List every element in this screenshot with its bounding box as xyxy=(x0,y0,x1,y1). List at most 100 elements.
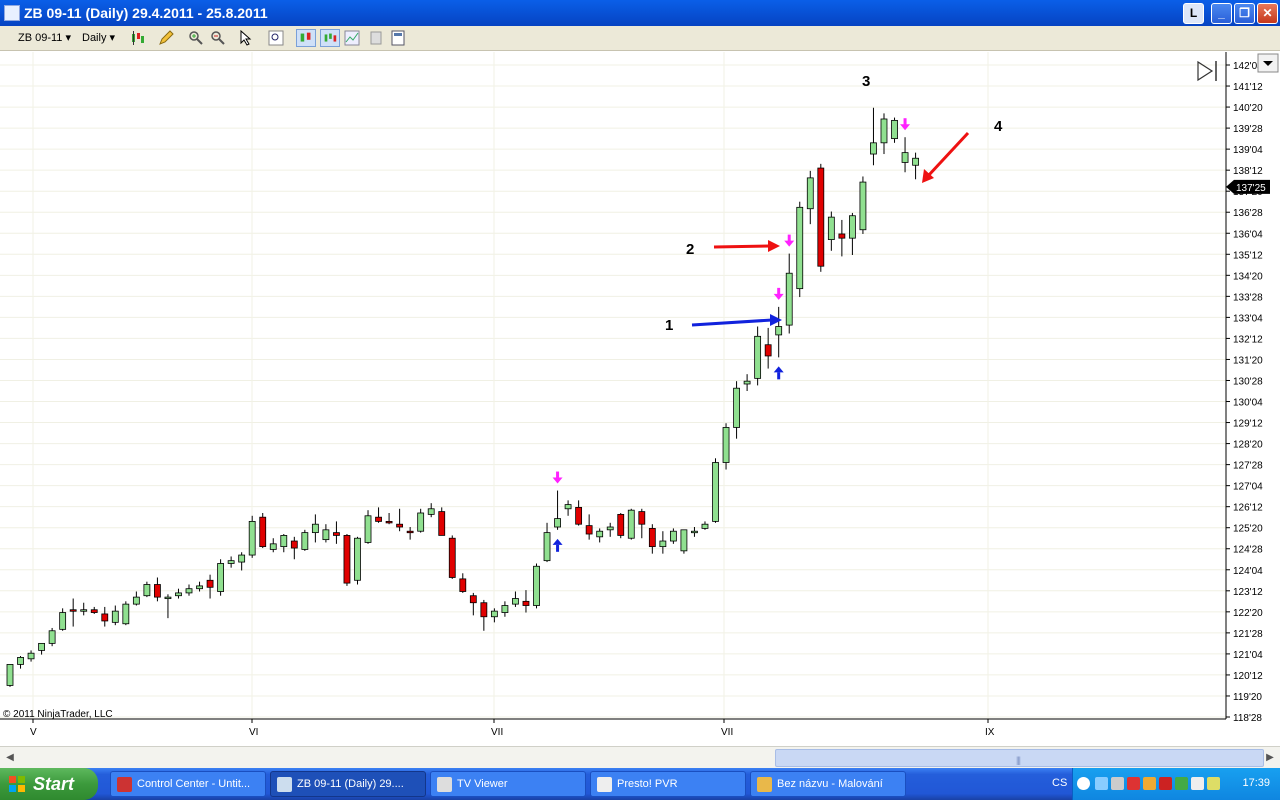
candle-body xyxy=(754,335,762,379)
y-tick-label: 134'20 xyxy=(1233,271,1263,282)
candle-body xyxy=(870,142,877,155)
print-icon[interactable] xyxy=(368,30,384,46)
candle-body xyxy=(48,630,56,644)
candle-body xyxy=(669,530,677,542)
minimize-button[interactable]: _ xyxy=(1211,3,1232,24)
pointer-icon[interactable] xyxy=(238,30,254,46)
candlestick-style-icon[interactable] xyxy=(130,30,146,46)
candle-body xyxy=(69,609,77,612)
candle-body xyxy=(333,532,340,536)
candle-body xyxy=(322,529,330,541)
candle-body xyxy=(301,532,309,550)
candle-body xyxy=(859,181,867,231)
pencil-icon[interactable] xyxy=(158,30,174,46)
zoom-out-icon[interactable] xyxy=(210,30,226,46)
link-button[interactable]: L xyxy=(1183,3,1204,24)
y-tick-label: 135'12 xyxy=(1233,250,1263,261)
chart-canvas: 142'04141'12140'20139'28139'04138'12137'… xyxy=(0,52,1280,746)
ovi-icon[interactable] xyxy=(1175,777,1188,790)
candle-body xyxy=(185,588,193,594)
close-button[interactable]: ✕ xyxy=(1257,3,1278,24)
window-title: ZB 09-11 (Daily) 29.4.2011 - 25.8.2011 xyxy=(24,5,268,21)
zoom-in-icon[interactable] xyxy=(188,30,204,46)
taskbar: Start Control Center - Untit... ZB 09-11… xyxy=(0,768,1280,800)
candle-body xyxy=(343,535,351,584)
x-tick-label: VII xyxy=(721,727,733,738)
signal-down-marker xyxy=(777,287,781,295)
task-paint[interactable]: Bez názvu - Malování xyxy=(750,771,906,797)
chart-menu-button[interactable] xyxy=(1257,53,1279,73)
chevron-down-icon: ▾ xyxy=(65,32,72,44)
window-titlebar: ZB 09-11 (Daily) 29.4.2011 - 25.8.2011 L… xyxy=(0,0,1280,26)
x-tick-label: IX xyxy=(985,727,995,738)
network-icon[interactable] xyxy=(1095,777,1108,790)
candle-body xyxy=(217,563,225,592)
chevron-down-icon: ▾ xyxy=(109,32,116,44)
y-tick-label: 133'28 xyxy=(1233,292,1263,303)
indicators-icon[interactable] xyxy=(320,29,340,47)
task-tv-viewer[interactable]: TV Viewer xyxy=(430,771,586,797)
data-box-icon[interactable] xyxy=(296,29,316,47)
candle-body xyxy=(533,565,540,606)
candle-body xyxy=(596,530,604,538)
y-tick-label: 129'12 xyxy=(1233,419,1263,430)
security-icon[interactable] xyxy=(1143,777,1156,790)
candle-body xyxy=(111,610,119,623)
y-tick-label: 124'28 xyxy=(1233,545,1263,556)
task-zb-chart[interactable]: ZB 09-11 (Daily) 29.... xyxy=(270,771,426,797)
y-tick-label: 118'28 xyxy=(1233,713,1262,724)
start-button[interactable]: Start xyxy=(0,768,98,800)
candle-body xyxy=(417,512,425,532)
horizontal-scrollbar[interactable]: ◀ ||| ▶ xyxy=(0,746,1280,768)
x-tick-label: VI xyxy=(249,727,258,738)
candle-body xyxy=(396,523,404,528)
y-tick-label: 140'20 xyxy=(1233,103,1263,114)
period-selector[interactable]: Daily ▾ xyxy=(82,30,115,47)
y-tick-label: 130'28 xyxy=(1233,376,1263,387)
clock[interactable]: 17:39 xyxy=(1242,777,1270,789)
candle-body xyxy=(154,584,161,598)
y-tick-label: 127'04 xyxy=(1233,482,1263,493)
candle-body xyxy=(490,610,498,618)
system-tray: 17:39 xyxy=(1072,768,1280,800)
strategy-icon[interactable] xyxy=(344,30,360,46)
y-tick-label: 131'20 xyxy=(1233,355,1263,366)
y-tick-label: 133'04 xyxy=(1233,313,1263,324)
candle-body xyxy=(849,215,856,239)
candle-body xyxy=(880,118,888,144)
properties-icon[interactable] xyxy=(390,30,406,46)
display-icon[interactable] xyxy=(1111,777,1124,790)
candle-body xyxy=(122,603,130,625)
candle-body xyxy=(27,652,35,660)
scroll-thumb[interactable]: ||| xyxy=(775,749,1264,767)
candle-body xyxy=(722,427,730,463)
tv-icon xyxy=(437,777,452,792)
signal-up-stem xyxy=(556,544,560,552)
bluetooth-icon[interactable] xyxy=(1159,777,1172,790)
task-presto-pvr[interactable]: Presto! PVR xyxy=(590,771,746,797)
y-tick-label: 132'12 xyxy=(1233,334,1263,345)
hardware-icon[interactable] xyxy=(1191,777,1204,790)
y-tick-label: 127'28 xyxy=(1233,461,1263,472)
task-control-center[interactable]: Control Center - Untit... xyxy=(110,771,266,797)
tray-arrow-icon[interactable] xyxy=(1077,777,1090,790)
y-tick-label: 125'20 xyxy=(1233,524,1263,535)
instrument-selector[interactable]: ZB 09-11 ▾ xyxy=(18,30,71,47)
language-indicator[interactable]: CS xyxy=(1052,777,1067,789)
candle-body xyxy=(680,529,688,552)
antivirus-icon[interactable] xyxy=(1127,777,1140,790)
maximize-button[interactable]: ❐ xyxy=(1234,3,1255,24)
candle-body xyxy=(227,560,235,564)
candle-body xyxy=(712,462,719,522)
candle-body xyxy=(554,518,561,528)
magnifier-icon[interactable] xyxy=(268,30,284,46)
pvr-icon xyxy=(597,777,612,792)
scroll-right-icon[interactable]: ▶ xyxy=(1262,750,1278,766)
scroll-left-icon[interactable]: ◀ xyxy=(2,750,18,766)
candle-body xyxy=(585,525,593,535)
price-chart[interactable]: 142'04141'12140'20139'28139'04138'12137'… xyxy=(0,52,1280,746)
instrument-label: ZB 09-11 xyxy=(18,32,63,44)
speaker-icon[interactable] xyxy=(1207,777,1220,790)
candle-body xyxy=(785,272,793,326)
candle-body xyxy=(743,380,751,385)
